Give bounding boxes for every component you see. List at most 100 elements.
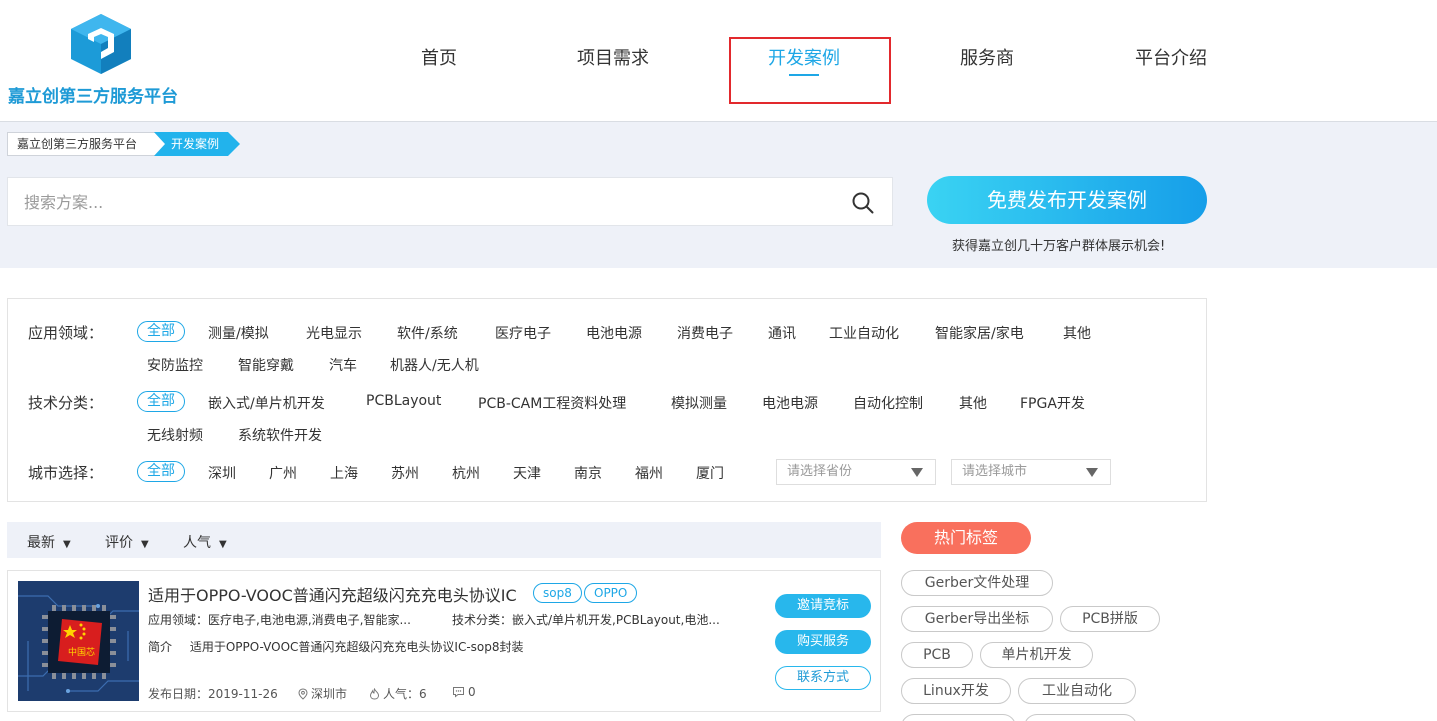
hot-tag[interactable]: Gerber导出坐标 — [901, 606, 1053, 632]
filter-tech-option[interactable]: PCB-CAM工程资料处理 — [478, 393, 626, 413]
filter-panel: 应用领域： 全部 测量/模拟 光电显示 软件/系统 医疗电子 电池电源 消费电子… — [7, 298, 1207, 502]
publish-subtitle: 获得嘉立创几十万客户群体展示机会! — [952, 239, 1166, 254]
buy-service-button[interactable]: 购买服务 — [775, 630, 871, 654]
case-domain-label: 应用领域： — [148, 613, 209, 627]
flame-icon — [369, 687, 380, 700]
arrow-down-icon: ▼ — [141, 539, 149, 550]
nav-service-providers[interactable]: 服务商 — [960, 44, 1014, 70]
filter-city-option[interactable]: 杭州 — [452, 463, 480, 483]
city-select[interactable]: 请选择城市 — [951, 459, 1111, 485]
filter-tech-option[interactable]: 无线射频 — [147, 425, 203, 445]
filter-city-option[interactable]: 天津 — [513, 463, 541, 483]
hot-tag[interactable]: 单片机开发 — [980, 642, 1093, 668]
case-domain: 应用领域：医疗电子,电池电源,消费电子,智能家... — [148, 611, 411, 628]
publish-case-button[interactable]: 免费发布开发案例 — [927, 176, 1207, 224]
case-tech-label: 技术分类： — [452, 613, 513, 627]
case-domain-value: 医疗电子,电池电源,消费电子,智能家... — [208, 613, 411, 627]
case-tag[interactable]: sop8 — [533, 583, 582, 603]
filter-domain-option[interactable]: 医疗电子 — [495, 323, 551, 343]
search-input[interactable] — [24, 190, 824, 214]
sort-newest[interactable]: 最新 ▼ — [27, 532, 71, 552]
filter-domain-option[interactable]: 安防监控 — [147, 355, 203, 375]
nav-platform-intro[interactable]: 平台介绍 — [1135, 44, 1207, 70]
filter-domain-label: 应用领域： — [28, 324, 104, 342]
filter-domain-option[interactable]: 消费电子 — [677, 323, 733, 343]
filter-city-option[interactable]: 全部 — [137, 461, 185, 482]
case-date-value: 2019-11-26 — [208, 687, 278, 701]
hot-tag[interactable]: Linux开发 — [901, 678, 1011, 704]
province-select[interactable]: 请选择省份 — [776, 459, 936, 485]
case-tag[interactable]: OPPO — [584, 583, 638, 603]
filter-domain-option[interactable]: 汽车 — [329, 355, 357, 375]
case-card[interactable]: 中国芯 适用于OPPO-VOOC普通闪充超级闪充充电头协议IC sop8 OPP… — [7, 570, 881, 712]
case-date-label: 发布日期： — [148, 687, 209, 701]
filter-domain-option[interactable]: 工业自动化 — [829, 323, 899, 343]
hot-tag[interactable]: Gerber文件处理 — [901, 570, 1053, 596]
case-tech: 技术分类：嵌入式/单片机开发,PCBLayout,电池... — [452, 611, 720, 628]
filter-tech-option[interactable]: 嵌入式/单片机开发 — [208, 393, 325, 413]
logo-text: 嘉立创第三方服务平台 — [8, 87, 178, 107]
search-icon[interactable] — [851, 191, 875, 215]
hot-tags-title: 热门标签 — [901, 522, 1031, 554]
filter-city-option[interactable]: 南京 — [574, 463, 602, 483]
filter-domain-option[interactable]: 全部 — [137, 321, 185, 342]
breadcrumb-home[interactable]: 嘉立创第三方服务平台 — [7, 132, 167, 156]
filter-tech-option[interactable]: 其他 — [959, 393, 987, 413]
invite-bid-button[interactable]: 邀请竞标 — [775, 594, 871, 618]
sort-popularity-label: 人气 — [183, 535, 211, 551]
chip-image: 中国芯 — [18, 581, 139, 701]
location-pin-icon — [298, 688, 308, 700]
filter-domain-option[interactable]: 测量/模拟 — [208, 323, 269, 343]
comment-icon — [453, 687, 464, 698]
filter-city-option[interactable]: 厦门 — [696, 463, 724, 483]
dropdown-triangle-icon — [911, 468, 923, 477]
sort-popularity[interactable]: 人气 ▼ — [183, 532, 227, 552]
case-intro: 简介 适用于OPPO-VOOC普通闪充超级闪充充电头协议IC-sop8封装 — [148, 638, 524, 655]
chip-image-text: 中国芯 — [68, 646, 95, 658]
filter-domain-option[interactable]: 电池电源 — [586, 323, 642, 343]
hot-tag-partial[interactable] — [1024, 714, 1137, 721]
nav-project-demand[interactable]: 项目需求 — [577, 44, 649, 70]
case-title[interactable]: 适用于OPPO-VOOC普通闪充超级闪充充电头协议IC — [148, 582, 517, 606]
contact-button[interactable]: 联系方式 — [775, 666, 871, 690]
filter-city-option[interactable]: 上海 — [330, 463, 358, 483]
filter-tech-option[interactable]: 电池电源 — [762, 393, 818, 413]
filter-city-label: 城市选择： — [28, 464, 104, 482]
filter-city-option[interactable]: 福州 — [635, 463, 663, 483]
filter-tech-option[interactable]: 模拟测量 — [671, 393, 727, 413]
filter-tech-option[interactable]: 全部 — [137, 391, 185, 412]
sort-rating[interactable]: 评价 ▼ — [105, 532, 149, 552]
filter-domain-option[interactable]: 光电显示 — [306, 323, 362, 343]
case-location: 深圳市 — [298, 685, 347, 702]
hot-tag-partial[interactable] — [901, 714, 1016, 721]
filter-domain-option[interactable]: 智能家居/家电 — [935, 323, 1024, 343]
sort-rating-label: 评价 — [105, 535, 133, 551]
filter-city-option[interactable]: 苏州 — [391, 463, 419, 483]
hot-tag[interactable]: PCB — [901, 642, 973, 668]
filter-tech-option[interactable]: 系统软件开发 — [238, 425, 322, 445]
breadcrumb-current: 开发案例 — [154, 132, 240, 156]
case-thumbnail[interactable]: 中国芯 — [18, 581, 139, 701]
case-intro-value: 适用于OPPO-VOOC普通闪充超级闪充充电头协议IC-sop8封装 — [189, 640, 524, 654]
filter-city-option[interactable]: 广州 — [269, 463, 297, 483]
case-tech-value: 嵌入式/单片机开发,PCBLayout,电池... — [512, 613, 720, 627]
logo[interactable]: 嘉立创第三方服务平台 — [8, 12, 198, 112]
header: 嘉立创第三方服务平台 首页 项目需求 开发案例 服务商 平台介绍 — [0, 0, 1437, 122]
filter-tech-option[interactable]: PCBLayout — [366, 393, 441, 409]
filter-domain-option[interactable]: 软件/系统 — [397, 323, 458, 343]
filter-domain-option[interactable]: 通讯 — [768, 323, 796, 343]
filter-domain-option[interactable]: 其他 — [1063, 323, 1091, 343]
filter-domain-option[interactable]: 机器人/无人机 — [390, 355, 479, 375]
nav-highlight-box — [729, 37, 891, 104]
filter-tech-option[interactable]: FPGA开发 — [1020, 393, 1085, 413]
sort-newest-label: 最新 — [27, 535, 55, 551]
filter-domain-option[interactable]: 智能穿戴 — [238, 355, 294, 375]
nav-home[interactable]: 首页 — [421, 44, 457, 70]
filter-city-option[interactable]: 深圳 — [208, 463, 236, 483]
hot-tag[interactable]: 工业自动化 — [1018, 678, 1136, 704]
hot-tag[interactable]: PCB拼版 — [1060, 606, 1160, 632]
city-select-placeholder: 请选择城市 — [962, 464, 1028, 479]
search-box — [7, 177, 893, 226]
dropdown-triangle-icon — [1086, 468, 1098, 477]
filter-tech-option[interactable]: 自动化控制 — [853, 393, 923, 413]
